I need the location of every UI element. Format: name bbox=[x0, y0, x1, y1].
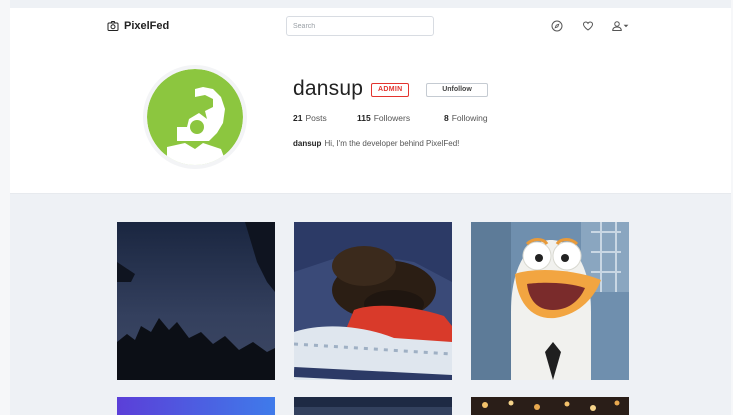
avatar[interactable] bbox=[147, 69, 243, 165]
followers-stat[interactable]: 115 Followers bbox=[357, 113, 410, 123]
explore-compass-icon[interactable] bbox=[550, 19, 564, 33]
bio-text: Hi, I'm the developer behind PixelFed! bbox=[324, 139, 460, 148]
following-count: 8 bbox=[444, 113, 449, 123]
posts-stat[interactable]: 21 Posts bbox=[293, 113, 327, 123]
search-input[interactable] bbox=[286, 16, 434, 36]
bio-name: dansup bbox=[293, 139, 322, 148]
following-stat[interactable]: 8 Following bbox=[444, 113, 488, 123]
posts-count: 21 bbox=[293, 113, 303, 123]
profile-username: dansup bbox=[293, 77, 364, 100]
profile-bio: dansup Hi, I'm the developer behind Pixel… bbox=[293, 139, 459, 148]
following-label: Following bbox=[451, 113, 488, 123]
post-dark-sky[interactable] bbox=[294, 397, 452, 415]
post-purple-gradient[interactable] bbox=[117, 397, 275, 415]
post-sleeping-puppy[interactable] bbox=[294, 222, 452, 380]
brand-link[interactable]: PixelFed bbox=[107, 18, 169, 34]
heart-icon[interactable] bbox=[581, 19, 595, 33]
post-city-lights[interactable] bbox=[471, 397, 629, 415]
admin-badge: ADMIN bbox=[371, 83, 410, 97]
top-navbar: PixelFed bbox=[10, 8, 731, 44]
post-night-sky[interactable] bbox=[117, 222, 275, 380]
caret-down-icon[interactable] bbox=[622, 19, 630, 33]
left-margin bbox=[0, 0, 10, 415]
camera-icon bbox=[107, 21, 119, 31]
posts-label: Posts bbox=[305, 113, 327, 123]
profile-header: dansup ADMIN Unfollow 21 Posts 115 Followe… bbox=[10, 44, 731, 194]
pixelfed-profile-page: PixelFed Search dansup ADMIN Unfollow 21… bbox=[0, 0, 733, 415]
unfollow-button[interactable]: Unfollow bbox=[426, 83, 488, 97]
brand-name: PixelFed bbox=[124, 20, 170, 32]
followers-count: 115 bbox=[357, 113, 371, 123]
followers-label: Followers bbox=[373, 113, 411, 123]
post-cartoon-bird[interactable] bbox=[471, 222, 629, 380]
